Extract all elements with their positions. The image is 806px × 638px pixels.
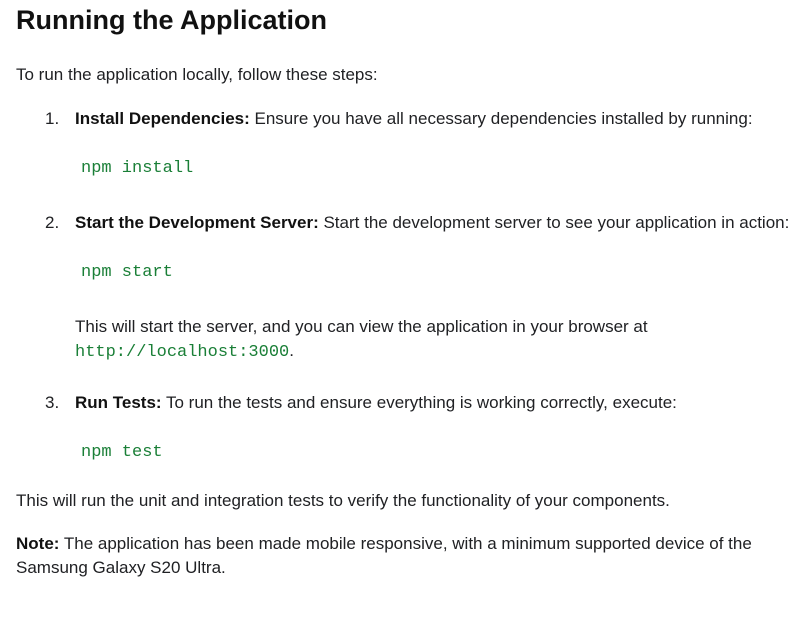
step-description: Start the development server to see your… [318,213,790,232]
step-description: Ensure you have all necessary dependenci… [249,109,753,128]
code-snippet: npm install [81,159,194,178]
step-heading: Start the Development Server: [75,213,319,232]
step-text: Start the Development Server: Start the … [75,211,796,235]
summary-text: This will run the unit and integration t… [16,491,670,510]
localhost-link[interactable]: http://localhost:3000 [75,343,289,362]
step-heading: Install Dependencies: [75,109,250,128]
step-text: Install Dependencies: Ensure you have al… [75,107,796,131]
list-item: 2. Start the Development Server: Start t… [16,211,796,365]
note-label: Note: [16,534,60,553]
step-text: Run Tests: To run the tests and ensure e… [75,391,796,415]
code-snippet: npm start [81,263,173,282]
step-number: 1. [45,109,60,128]
note-paragraph: Note: The application has been made mobi… [16,532,796,580]
note-text: The application has been made mobile res… [16,534,752,577]
step-number: 3. [45,393,60,412]
followup-suffix: . [289,341,294,360]
list-item: 1. Install Dependencies: Ensure you have… [16,107,796,181]
list-item: 3. Run Tests: To run the tests and ensur… [16,391,796,465]
step-heading: Run Tests: [75,393,162,412]
intro-text: To run the application locally, follow t… [16,65,378,84]
step-number: 2. [45,213,60,232]
code-snippet: npm test [81,443,163,462]
followup-description: This will start the server, and you can … [75,317,648,336]
document: Running the Application To run the appli… [16,0,796,580]
step-followup-text: This will start the server, and you can … [75,315,796,365]
step-description: To run the tests and ensure everything i… [161,393,677,412]
page-title: Running the Application [16,5,327,35]
steps-list: 1. Install Dependencies: Ensure you have… [16,107,796,465]
